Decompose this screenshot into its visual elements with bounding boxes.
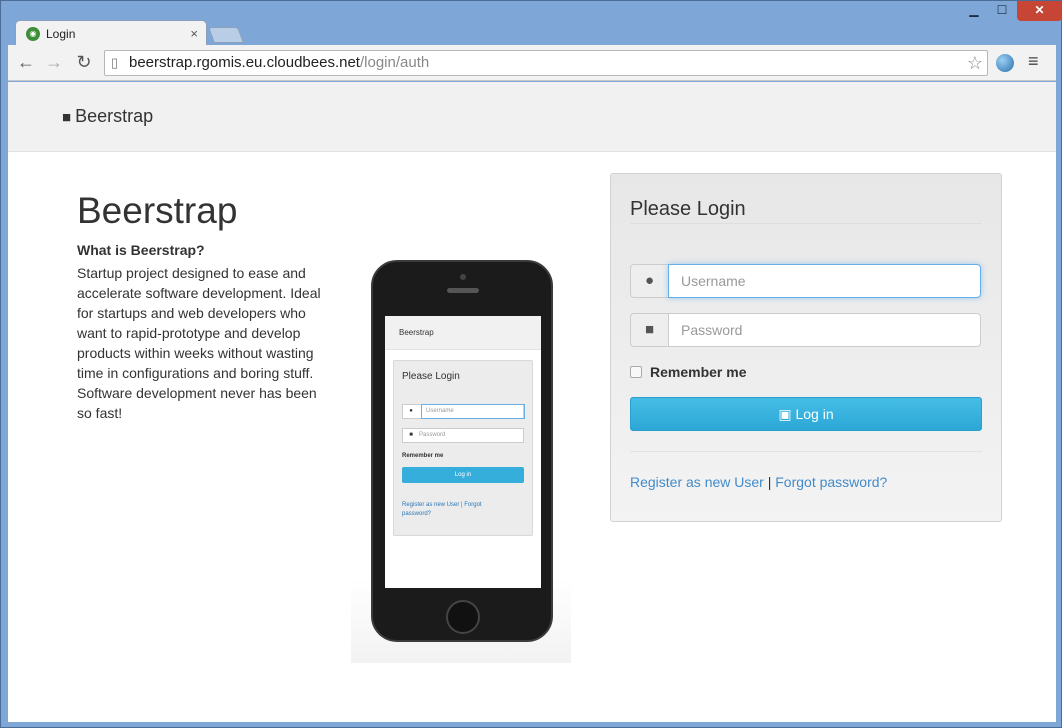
page-icon: ▯ <box>111 55 119 70</box>
login-button-label: Log in <box>795 406 834 422</box>
username-group: ● <box>630 264 981 298</box>
url-path: /login/auth <box>359 54 430 71</box>
close-window-button[interactable]: ✕ <box>1017 1 1062 21</box>
remember-checkbox[interactable] <box>630 366 642 378</box>
hero-title: Beerstrap <box>77 190 238 231</box>
login-button[interactable]: ▣ Log in <box>630 397 982 431</box>
tab-strip: ◉ Login × ▁ ☐ ✕ <box>1 1 1062 46</box>
phone-screen: Beerstrap Please Login ● Username ■ Passwo… <box>385 316 541 588</box>
bookmark-star-icon[interactable]: ☆ <box>967 51 983 75</box>
phone-lock-icon: ■ <box>409 432 413 438</box>
phone-heading: Please Login <box>402 371 460 382</box>
url-host: beerstrap.rgomis.eu.cloudbees.net <box>129 54 360 71</box>
brand-link[interactable]: ■ Beerstrap <box>62 106 153 127</box>
tab-title: Login <box>46 27 76 41</box>
phone-remember: Remember me <box>402 453 444 459</box>
hero-subtitle: What is Beerstrap? <box>77 242 205 258</box>
register-link[interactable]: Register as new User <box>630 474 764 490</box>
phone-camera <box>460 274 466 280</box>
phone-home-button <box>446 600 480 634</box>
phone-password-text: Password <box>419 432 446 438</box>
brand-label: Beerstrap <box>75 106 154 126</box>
maximize-button[interactable]: ☐ <box>991 1 1013 21</box>
new-tab-button[interactable] <box>208 27 244 43</box>
browser-toolbar: ← → ↻ ▯ beerstrap.rgomis.eu.cloudbees.ne… <box>8 45 1056 81</box>
login-links: Register as new User | Forgot password? <box>630 474 887 490</box>
favicon-icon: ◉ <box>26 27 40 41</box>
lock-icon: ■ <box>630 313 669 347</box>
user-icon: ● <box>630 264 669 298</box>
phone-username: ● Username <box>402 404 525 419</box>
phone-username-text: Username <box>421 404 525 419</box>
password-group: ■ <box>630 313 981 347</box>
login-title: Please Login <box>630 198 746 220</box>
minimize-button[interactable]: ▁ <box>963 1 985 21</box>
divider <box>630 223 982 224</box>
address-bar[interactable]: ▯ beerstrap.rgomis.eu.cloudbees.net/logi… <box>104 50 988 76</box>
forward-arrow-icon[interactable]: → <box>42 51 66 75</box>
tab-login[interactable]: ◉ Login × <box>15 20 207 46</box>
remember-label: Remember me <box>650 364 747 380</box>
remember-me[interactable]: Remember me <box>630 364 747 380</box>
phone-password: ■ Password <box>402 428 524 443</box>
username-input[interactable] <box>668 264 981 298</box>
forgot-password-link[interactable]: Forgot password? <box>775 474 887 490</box>
phone-login-panel: Please Login ● Username ■ Password Remembe… <box>393 360 533 536</box>
phone-links: Register as new User | Forgot password? <box>402 502 482 517</box>
page-viewport: ■ Beerstrap Beerstrap What is Beerstrap? … <box>8 82 1056 722</box>
beer-mug-icon: ■ <box>62 109 72 126</box>
globe-extension-icon[interactable] <box>996 54 1014 72</box>
url-text: beerstrap.rgomis.eu.cloudbees.net/login/… <box>129 51 429 75</box>
site-navbar: ■ Beerstrap <box>8 82 1056 152</box>
phone-user-icon: ● <box>409 408 413 414</box>
menu-icon[interactable]: ≡ <box>1028 51 1039 72</box>
phone-image: Beerstrap Please Login ● Username ■ Passwo… <box>351 242 571 663</box>
reload-icon[interactable]: ↻ <box>72 51 96 75</box>
phone-login-button: Log in <box>402 467 524 483</box>
phone-speaker <box>447 288 479 293</box>
phone-device: Beerstrap Please Login ● Username ■ Passwo… <box>371 260 553 642</box>
hero-description: Startup project designed to ease and acc… <box>77 265 321 421</box>
link-separator: | <box>767 474 772 490</box>
back-arrow-icon[interactable]: ← <box>14 51 38 75</box>
browser-window: ◉ Login × ▁ ☐ ✕ ← → ↻ ▯ beerstrap.rgomis… <box>0 0 1062 728</box>
divider <box>630 451 982 452</box>
password-input[interactable] <box>668 313 981 347</box>
close-tab-icon[interactable]: × <box>190 26 198 41</box>
login-panel: Please Login ● ■ Remember me ▣ Log in Re… <box>610 173 1002 522</box>
phone-navbar: Beerstrap <box>385 316 541 350</box>
lock-icon: ▣ <box>778 406 792 422</box>
phone-brand: Beerstrap <box>399 328 434 337</box>
